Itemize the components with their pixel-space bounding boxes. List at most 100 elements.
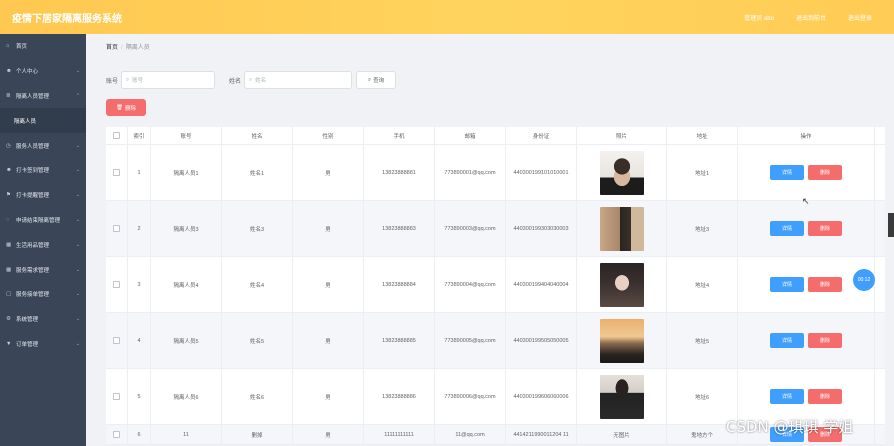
batch-delete-button[interactable]: 🗑 删除 xyxy=(106,99,146,116)
select-all-cell[interactable] xyxy=(106,127,128,144)
logout-link[interactable]: 退出登录 xyxy=(848,13,872,22)
row-checkbox[interactable] xyxy=(113,431,120,438)
breadcrumb-current: 隔离人员 xyxy=(125,45,150,51)
photo-person-1 xyxy=(599,150,644,195)
row-checkbox[interactable] xyxy=(113,169,120,176)
chevron-down-icon: ⌄ xyxy=(75,142,80,149)
cell-account: 隔离人员1 xyxy=(151,145,222,200)
delete-button[interactable]: 删除 xyxy=(808,389,842,404)
cell-phone: 13823888884 xyxy=(364,257,435,312)
home-icon: ⌂ xyxy=(6,43,10,50)
cell-photo-empty: 无图片 xyxy=(577,425,667,444)
mouse-cursor-icon: ↖ xyxy=(802,196,810,206)
sidebar-item-reminder-mgmt[interactable]: ⚑ 打卡提醒管理 ⌄ xyxy=(0,183,86,208)
cell-account: 隔离人员3 xyxy=(151,201,222,256)
delete-button[interactable]: 删除 xyxy=(808,165,842,180)
row-checkbox[interactable] xyxy=(113,281,120,288)
cell-id: 440300199505050005 xyxy=(506,313,577,368)
sidebar-item-staff-mgmt[interactable]: ◷ 服务人员管理 ⌄ xyxy=(0,133,86,158)
breadcrumb-home[interactable]: 首页 xyxy=(106,45,118,51)
delete-button[interactable]: 删除 xyxy=(808,333,842,348)
clock-icon: ◷ xyxy=(6,142,11,149)
row-checkbox[interactable] xyxy=(113,337,120,344)
cell-name: 姓名4 xyxy=(222,257,293,312)
table-header-row: 索引 账号 姓名 性别 手机 邮箱 身份证 照片 地址 操作 xyxy=(106,127,885,145)
cell-address: 地址4 xyxy=(667,257,738,312)
detail-button[interactable]: 详情 xyxy=(770,221,804,236)
box-icon: ▢ xyxy=(6,291,12,298)
cell-account: 11 xyxy=(151,425,222,444)
sidebar-item-supplies-mgmt[interactable]: ▦ 生活用品管理 ⌄ xyxy=(0,232,86,257)
row-checkbox[interactable] xyxy=(113,225,120,232)
gear-icon: ⚙ xyxy=(6,316,11,323)
cell-phone: 13823888881 xyxy=(364,145,435,200)
cell-id: 440300199101010001 xyxy=(506,145,577,200)
select-all-checkbox[interactable] xyxy=(113,132,120,139)
detail-button[interactable]: 详情 xyxy=(770,277,804,292)
chevron-up-icon: ⌃ xyxy=(75,92,80,99)
detail-button[interactable]: 详情 xyxy=(770,389,804,404)
top-header: 疫情下居家隔离服务系统 管理员 abo 退出到前台 退出登录 xyxy=(0,0,894,34)
query-button[interactable]: ⌕ 查询 xyxy=(356,71,397,89)
cell-id: 440300199404040004 xyxy=(506,257,577,312)
row-checkbox[interactable] xyxy=(113,393,120,400)
sidebar-item-order-mgmt[interactable]: ▼ 订单管理 ⌄ xyxy=(0,332,86,357)
scrollbar-handle[interactable] xyxy=(888,213,894,237)
cell-index: 2 xyxy=(128,201,151,256)
to-frontend-link[interactable]: 退出到前台 xyxy=(796,13,826,22)
chevron-down-icon: ⌄ xyxy=(75,316,80,323)
cell-index: 6 xyxy=(128,425,151,444)
app-title: 疫情下居家隔离服务系统 xyxy=(12,13,122,25)
col-phone: 手机 xyxy=(364,127,435,144)
cell-address: 地址3 xyxy=(667,201,738,256)
cell-gender: 男 xyxy=(293,145,364,200)
table-row: 3 隔离人员4 姓名4 男 13823888884 773890004@qq.c… xyxy=(106,257,885,313)
sidebar-item-home[interactable]: ⌂ 首页 xyxy=(0,34,86,59)
sidebar-item-system-mgmt[interactable]: ⚙ 系统管理 ⌄ xyxy=(0,307,86,332)
photo-person-6 xyxy=(599,374,644,419)
name-search-input[interactable]: ⌕ 姓名 xyxy=(244,71,353,89)
grid-icon: ▦ xyxy=(6,241,12,248)
sidebar-item-checkin-mgmt[interactable]: ☻ 打卡签到管理 ⌄ xyxy=(0,158,86,183)
cart-icon: ▼ xyxy=(6,340,12,347)
sidebar-item-service-order-mgmt[interactable]: ▢ 服务接单管理 ⌄ xyxy=(0,282,86,307)
cell-email: 11@qq.com xyxy=(435,425,506,444)
detail-button[interactable]: 详情 xyxy=(770,165,804,180)
cell-account: 隔离人员4 xyxy=(151,257,222,312)
sidebar-item-service-demand-mgmt[interactable]: ▦ 服务需求管理 ⌄ xyxy=(0,257,86,282)
cell-id: 4414211990011204 11 xyxy=(506,425,577,444)
admin-user-link[interactable]: 管理员 abo xyxy=(744,13,774,22)
col-index: 索引 xyxy=(128,127,151,144)
photo-person-3 xyxy=(599,206,644,251)
sidebar-item-end-quarantine-mgmt[interactable]: ◌ 申请结束隔离管理 ⌄ xyxy=(0,208,86,233)
breadcrumb: 首页 / 隔离人员 xyxy=(106,45,150,51)
cell-phone: 13823888886 xyxy=(364,369,435,424)
cell-email: 773890006@qq.com xyxy=(435,369,506,424)
delete-button[interactable]: 删除 xyxy=(808,277,842,292)
cell-phone: 11111111111 xyxy=(364,425,435,444)
sidebar-item-quarantine-persons[interactable]: 隔离人员 xyxy=(0,108,86,134)
col-address: 地址 xyxy=(667,127,738,144)
cell-account: 隔离人员5 xyxy=(151,313,222,368)
cell-gender: 男 xyxy=(293,257,364,312)
cell-phone: 13823888885 xyxy=(364,313,435,368)
cell-email: 773890003@qq.com xyxy=(435,201,506,256)
cell-email: 773890001@qq.com xyxy=(435,145,506,200)
sidebar-item-quarantine-mgmt[interactable]: ≣ 隔离人员管理 ⌃ xyxy=(0,84,86,109)
delete-button[interactable]: 删除 xyxy=(808,221,842,236)
cell-gender: 男 xyxy=(293,201,364,256)
sidebar-item-personal-center[interactable]: ☻ 个人中心 ⌄ xyxy=(0,59,86,84)
cell-index: 3 xyxy=(128,257,151,312)
chevron-down-icon: ⌄ xyxy=(75,340,80,347)
table-row: 2 隔离人员3 姓名3 男 13823888883 773890003@qq.c… xyxy=(106,201,885,257)
cell-gender: 男 xyxy=(293,425,364,444)
search-icon: ⌕ xyxy=(249,76,253,83)
account-search-input[interactable]: ⌕ 账号 xyxy=(121,71,216,89)
cell-address: 地址5 xyxy=(667,313,738,368)
cell-address: 地址1 xyxy=(667,145,738,200)
chevron-down-icon: ⌄ xyxy=(75,68,80,75)
chevron-down-icon: ⌄ xyxy=(75,241,80,248)
timer-badge[interactable]: 00:12 xyxy=(853,269,875,291)
detail-button[interactable]: 详情 xyxy=(770,333,804,348)
cell-index: 5 xyxy=(128,369,151,424)
